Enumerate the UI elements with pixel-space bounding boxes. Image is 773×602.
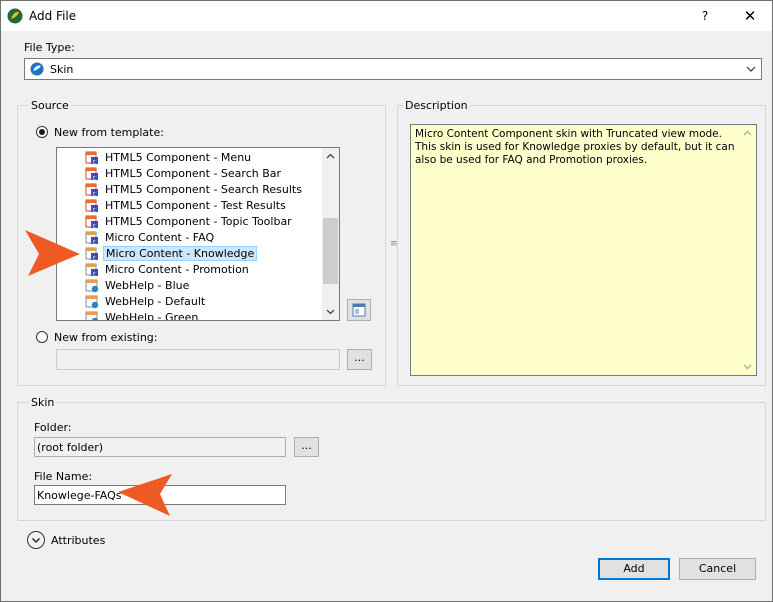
micro-content-skin-icon: c [85, 263, 99, 277]
list-item[interactable]: c HTML5 Component - Search Bar [85, 166, 305, 182]
svg-text:c: c [93, 158, 96, 165]
new-from-existing-radio[interactable] [36, 331, 48, 343]
svg-text:c: c [93, 222, 96, 229]
add-button[interactable]: Add [598, 558, 670, 580]
list-item[interactable]: WebHelp - Green [85, 310, 305, 321]
file-name-label: File Name: [34, 470, 93, 483]
folder-field[interactable]: (root folder) [34, 437, 286, 457]
help-button[interactable]: ? [693, 7, 717, 25]
svg-text:c: c [93, 190, 96, 197]
list-item[interactable]: c Micro Content - Promotion [85, 262, 305, 278]
list-item-label: WebHelp - Default [105, 295, 206, 308]
list-item-label: HTML5 Component - Search Results [105, 183, 302, 196]
svg-text:c: c [93, 270, 96, 277]
component-skin-icon: c [85, 167, 99, 181]
description-box: Micro Content Component skin with Trunca… [410, 124, 757, 376]
template-list[interactable]: c HTML5 Component - Menu c HTML5 Component … [56, 147, 340, 321]
list-item-label: HTML5 Component - Topic Toolbar [105, 215, 292, 228]
svg-text:c: c [93, 174, 96, 181]
file-type-label: File Type: [24, 41, 75, 54]
attributes-expander[interactable] [27, 531, 45, 549]
folder-value: (root folder) [37, 441, 104, 454]
folder-label: Folder: [34, 421, 72, 434]
callout-arrow-icon [118, 474, 172, 516]
webhelp-skin-icon [85, 295, 99, 309]
new-from-existing-label: New from existing: [54, 331, 158, 344]
scroll-thumb[interactable] [323, 218, 338, 284]
list-item-label: WebHelp - Blue [105, 279, 190, 292]
app-logo-icon [7, 8, 23, 24]
svg-text:c: c [93, 238, 96, 245]
file-name-value: Knowlege-FAQs [37, 489, 122, 502]
webhelp-skin-icon [85, 311, 99, 320]
description-group-title: Description [403, 99, 470, 112]
skin-group-title: Skin [29, 396, 57, 409]
file-type-select[interactable]: Skin [24, 58, 762, 80]
preview-button[interactable] [347, 299, 371, 321]
attributes-label[interactable]: Attributes [51, 534, 105, 547]
micro-content-skin-icon: c [85, 247, 99, 261]
list-item[interactable]: c Micro Content - Knowledge [85, 246, 305, 262]
folder-browse-button[interactable]: ... [294, 437, 319, 457]
component-skin-icon: c [85, 199, 99, 213]
chevron-down-icon [32, 538, 40, 543]
cancel-button[interactable]: Cancel [679, 558, 756, 580]
existing-browse-button[interactable]: ... [347, 349, 372, 370]
list-item-label: Micro Content - Knowledge [103, 246, 258, 261]
add-file-dialog: Add File ? ✕ File Type: Skin Source New … [0, 0, 773, 602]
existing-file-input[interactable] [56, 349, 340, 370]
component-skin-icon: c [85, 183, 99, 197]
scroll-up-icon[interactable] [322, 148, 339, 165]
template-list-scrollbar[interactable] [322, 148, 339, 320]
component-skin-icon: c [85, 215, 99, 229]
list-item-label: Micro Content - Promotion [105, 263, 249, 276]
list-item[interactable]: c HTML5 Component - Test Results [85, 198, 305, 214]
file-type-value: Skin [50, 63, 74, 76]
preview-icon [352, 303, 366, 317]
scroll-down-icon[interactable] [322, 303, 339, 320]
skin-icon [30, 62, 44, 76]
svg-text:c: c [93, 206, 96, 213]
title-bar: Add File ? ✕ [1, 1, 772, 31]
list-item[interactable]: c HTML5 Component - Menu [85, 150, 305, 166]
list-item-label: HTML5 Component - Search Bar [105, 167, 282, 180]
dialog-title: Add File [29, 9, 77, 23]
list-item-label: HTML5 Component - Test Results [105, 199, 286, 212]
close-button[interactable]: ✕ [735, 6, 765, 26]
list-item-label: Micro Content - FAQ [105, 231, 215, 244]
list-item-label: WebHelp - Green [105, 311, 199, 321]
new-from-template-radio[interactable] [36, 126, 48, 138]
list-item[interactable]: c HTML5 Component - Topic Toolbar [85, 214, 305, 230]
new-from-template-label: New from template: [54, 126, 164, 139]
svg-text:c: c [93, 254, 96, 261]
description-text: Micro Content Component skin with Trunca… [415, 128, 735, 166]
callout-arrow-icon [25, 230, 80, 276]
list-item[interactable]: c HTML5 Component - Search Results [85, 182, 305, 198]
splitter-handle[interactable]: ≡ [390, 237, 398, 251]
component-skin-icon: c [85, 151, 99, 165]
source-group-title: Source [29, 99, 71, 112]
list-item[interactable]: c Micro Content - FAQ [85, 230, 305, 246]
description-scrollbar[interactable] [739, 125, 756, 375]
list-item-label: HTML5 Component - Menu [105, 151, 252, 164]
chevron-down-icon [746, 66, 756, 72]
micro-content-skin-icon: c [85, 231, 99, 245]
list-item[interactable]: WebHelp - Default [85, 294, 305, 310]
webhelp-skin-icon [85, 279, 99, 293]
list-item[interactable]: WebHelp - Blue [85, 278, 305, 294]
